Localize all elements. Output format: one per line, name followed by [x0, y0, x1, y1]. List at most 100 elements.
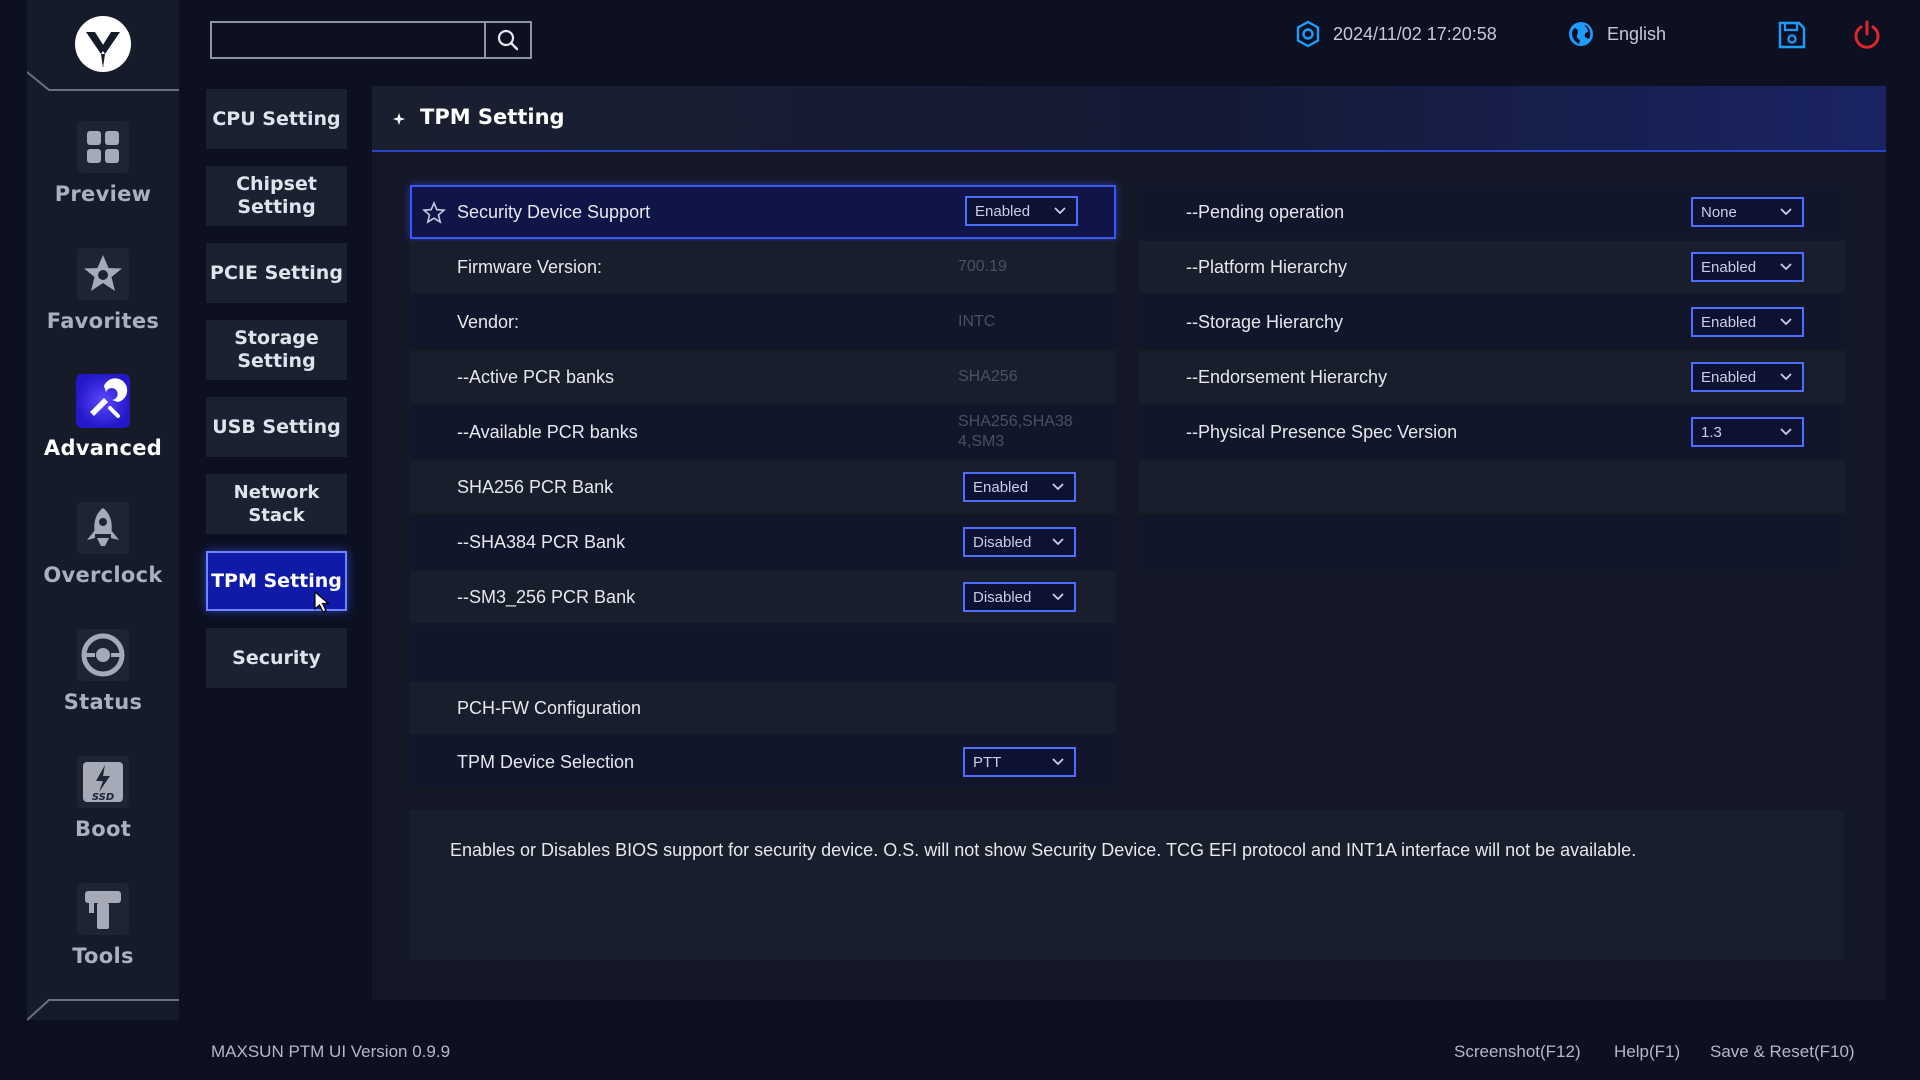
nav-boot[interactable]: SSD Boot: [27, 753, 179, 863]
row-label: --Available PCR banks: [457, 421, 638, 442]
screenshot-button[interactable]: Screenshot(F12): [1454, 1042, 1581, 1062]
subnav-cpu-setting[interactable]: CPU Setting: [206, 89, 347, 149]
subnav-pcie-setting[interactable]: PCIE Setting: [206, 243, 347, 303]
row-label: --Pending operation: [1186, 201, 1345, 222]
dropdown-storage-hierarchy[interactable]: Enabled: [1691, 307, 1804, 337]
nav-label: Tools: [72, 944, 134, 968]
subnav-usb-setting[interactable]: USB Setting: [206, 397, 347, 457]
search-input[interactable]: [212, 23, 484, 57]
row-value: INTC: [958, 313, 996, 330]
language-text: English: [1607, 23, 1667, 44]
star-icon: [74, 245, 132, 303]
row-label: --SHA384 PCR Bank: [457, 531, 626, 552]
nav-preview[interactable]: Preview: [27, 118, 179, 228]
search-button[interactable]: [484, 23, 530, 57]
row-empty: [1139, 516, 1845, 570]
row-available-pcr-banks: --Available PCR banks SHA256,SHA384,SM3: [410, 406, 1116, 458]
row-label: --Active PCR banks: [457, 366, 615, 387]
nav-edge-top: [27, 71, 179, 91]
page-title: TPM Setting: [420, 105, 565, 129]
chevron-down-icon: [1780, 318, 1792, 326]
nav-label: Preview: [54, 182, 152, 206]
advanced-icon: [74, 372, 132, 430]
dropdown-value: Enabled: [1701, 258, 1757, 276]
row-label: Firmware Version:: [457, 256, 603, 277]
row-label: Security Device Support: [457, 201, 651, 222]
row-sha384-pcr-bank[interactable]: --SHA384 PCR Bank Disabled: [410, 516, 1116, 568]
row-security-device-support[interactable]: Security Device Support Enabled: [410, 185, 1116, 239]
dropdown-value: 1.3: [1701, 423, 1722, 441]
chevron-down-icon: [1054, 207, 1066, 215]
grid-icon: [74, 118, 132, 176]
help-button[interactable]: Help(F1): [1614, 1042, 1680, 1062]
nav-tools[interactable]: Tools: [27, 880, 179, 990]
help-description: Enables or Disables BIOS support for sec…: [410, 810, 1844, 960]
row-label: Vendor:: [457, 311, 520, 332]
chevron-down-icon: [1780, 428, 1792, 436]
subnav-label: USB Setting: [212, 415, 341, 438]
power-icon[interactable]: [1852, 20, 1882, 50]
row-physical-presence-spec-version[interactable]: --Physical Presence Spec Version 1.3: [1139, 406, 1845, 458]
chevron-down-icon: [1052, 593, 1064, 601]
dropdown-sm3-256-pcr-bank[interactable]: Disabled: [963, 582, 1076, 612]
nav-edge-bottom: [27, 999, 179, 1021]
dropdown-physical-presence-spec-version[interactable]: 1.3: [1691, 417, 1804, 447]
subnav-network-stack[interactable]: Network Stack: [206, 474, 347, 534]
row-firmware-version: Firmware Version: 700.19: [410, 241, 1116, 293]
help-text: Enables or Disables BIOS support for sec…: [450, 840, 1637, 860]
row-sm3-256-pcr-bank[interactable]: --SM3_256 PCR Bank Disabled: [410, 571, 1116, 623]
dropdown-value: Enabled: [1701, 368, 1757, 386]
row-storage-hierarchy[interactable]: --Storage Hierarchy Enabled: [1139, 296, 1845, 348]
dropdown-value: Disabled: [973, 588, 1032, 606]
nav-label: Advanced: [43, 436, 163, 460]
row-tpm-device-selection[interactable]: TPM Device Selection PTT: [410, 736, 1116, 788]
subnav-chipset-setting[interactable]: Chipset Setting: [206, 166, 347, 226]
dropdown-sha384-pcr-bank[interactable]: Disabled: [963, 527, 1076, 557]
nav-status[interactable]: Status: [27, 626, 179, 736]
row-label: --Endorsement Hierarchy: [1186, 366, 1388, 387]
row-platform-hierarchy[interactable]: --Platform Hierarchy Enabled: [1139, 241, 1845, 293]
dropdown-platform-hierarchy[interactable]: Enabled: [1691, 252, 1804, 282]
main-nav: Preview Favorites Advanced Overclock Sta…: [27, 0, 179, 1021]
rocket-icon: [74, 499, 132, 557]
language-selector[interactable]: English: [1567, 18, 1666, 50]
dropdown-value: None: [1701, 203, 1737, 221]
row-value: SHA256: [958, 368, 1018, 385]
subnav-security[interactable]: Security: [206, 628, 347, 688]
row-active-pcr-banks: --Active PCR banks SHA256: [410, 351, 1116, 403]
nav-overclock[interactable]: Overclock: [27, 499, 179, 609]
row-value: SHA256,SHA384,SM3: [958, 413, 1073, 450]
row-vendor: Vendor: INTC: [410, 296, 1116, 348]
chevron-down-icon: [1780, 208, 1792, 216]
subnav-storage-setting[interactable]: Storage Setting: [206, 320, 347, 380]
subnav-label: Chipset Setting: [236, 173, 317, 218]
save-reset-button[interactable]: Save & Reset(F10): [1710, 1042, 1855, 1062]
nav-advanced[interactable]: Advanced: [27, 372, 179, 482]
status-icon: [74, 626, 132, 684]
row-endorsement-hierarchy[interactable]: --Endorsement Hierarchy Enabled: [1139, 351, 1845, 403]
row-pending-operation[interactable]: --Pending operation None: [1139, 186, 1845, 238]
chevron-down-icon: [1052, 538, 1064, 546]
subnav-label: Network Stack: [233, 482, 320, 526]
dropdown-tpm-device-selection[interactable]: PTT: [963, 747, 1076, 777]
dropdown-pending-operation[interactable]: None: [1691, 197, 1804, 227]
dropdown-endorsement-hierarchy[interactable]: Enabled: [1691, 362, 1804, 392]
favorite-star-icon[interactable]: [422, 201, 446, 225]
nav-favorites[interactable]: Favorites: [27, 245, 179, 355]
search-icon: [497, 29, 519, 51]
version-text: MAXSUN PTM UI Version 0.9.9: [211, 1042, 451, 1061]
save-icon[interactable]: [1777, 20, 1807, 50]
row-label: --Storage Hierarchy: [1186, 311, 1344, 332]
nav-label: Boot: [74, 817, 132, 841]
subnav-label: Security: [232, 646, 321, 669]
plus-marker-icon: [393, 113, 405, 125]
row-label: --Physical Presence Spec Version: [1186, 421, 1458, 442]
row-label: --SM3_256 PCR Bank: [457, 586, 636, 607]
dropdown-security-device-support[interactable]: Enabled: [965, 196, 1078, 226]
chevron-down-icon: [1052, 758, 1064, 766]
row-label: --Platform Hierarchy: [1186, 256, 1348, 277]
row-spacer: [410, 626, 1116, 680]
dropdown-sha256-pcr-bank[interactable]: Enabled: [963, 472, 1076, 502]
row-pch-fw-configuration[interactable]: PCH-FW Configuration: [410, 682, 1116, 734]
row-sha256-pcr-bank[interactable]: SHA256 PCR Bank Enabled: [410, 461, 1116, 513]
